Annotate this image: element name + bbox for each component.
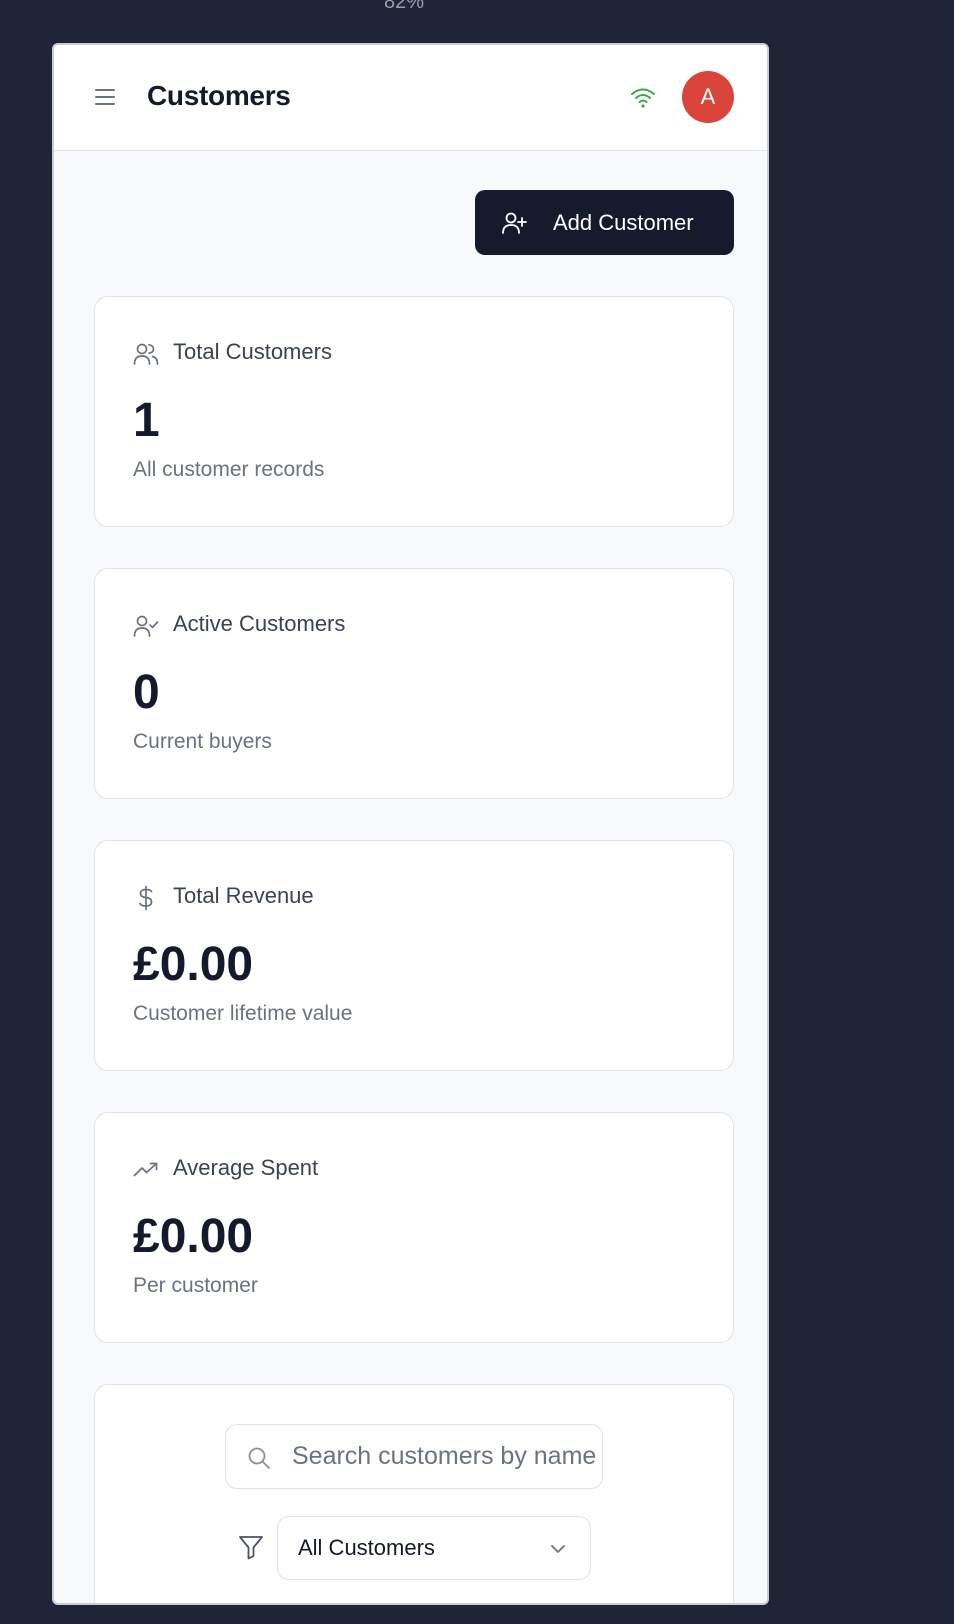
zoom-level: 82% (384, 0, 425, 13)
filter-icon (239, 1536, 263, 1560)
users-icon (133, 343, 159, 365)
stat-subtitle: Per customer (133, 1274, 258, 1297)
trending-up-icon (133, 1162, 158, 1177)
stat-subtitle: All customer records (133, 458, 325, 481)
menu-icon[interactable] (94, 87, 116, 107)
app-window: Customers A Add Customer Total Customers… (52, 43, 769, 1605)
stat-label: Active Customers (173, 611, 346, 636)
stat-value: £0.00 (133, 1210, 254, 1263)
dollar-icon (139, 885, 153, 911)
wifi-icon (631, 88, 655, 108)
user-check-icon (133, 615, 159, 637)
page-title: Customers (147, 80, 291, 111)
filter-panel: All Customers (94, 1384, 734, 1603)
user-plus-icon (502, 212, 527, 234)
stat-label: Total Revenue (173, 883, 314, 908)
stat-value: 0 (133, 666, 160, 719)
add-customer-button[interactable]: Add Customer (475, 190, 734, 255)
customer-filter-select[interactable]: All Customers (277, 1516, 591, 1580)
search-box[interactable] (225, 1424, 603, 1489)
stat-card-total-revenue: Total Revenue £0.00 Customer lifetime va… (94, 840, 734, 1071)
top-bar: Customers A (54, 45, 767, 151)
search-icon (248, 1447, 270, 1469)
search-input[interactable] (292, 1425, 597, 1487)
add-customer-label: Add Customer (553, 209, 694, 235)
avatar[interactable]: A (682, 71, 734, 123)
stat-label: Total Customers (173, 339, 332, 364)
chevron-down-icon (551, 1545, 565, 1553)
stat-label: Average Spent (173, 1155, 319, 1180)
stat-subtitle: Current buyers (133, 730, 272, 753)
stat-card-total-customers: Total Customers 1 All customer records (94, 296, 734, 527)
selected-filter: All Customers (298, 1535, 435, 1560)
stat-subtitle: Customer lifetime value (133, 1002, 353, 1025)
stat-card-active-customers: Active Customers 0 Current buyers (94, 568, 734, 799)
stat-value: £0.00 (133, 938, 254, 991)
stat-value: 1 (133, 394, 160, 447)
stat-card-average-spent: Average Spent £0.00 Per customer (94, 1112, 734, 1343)
